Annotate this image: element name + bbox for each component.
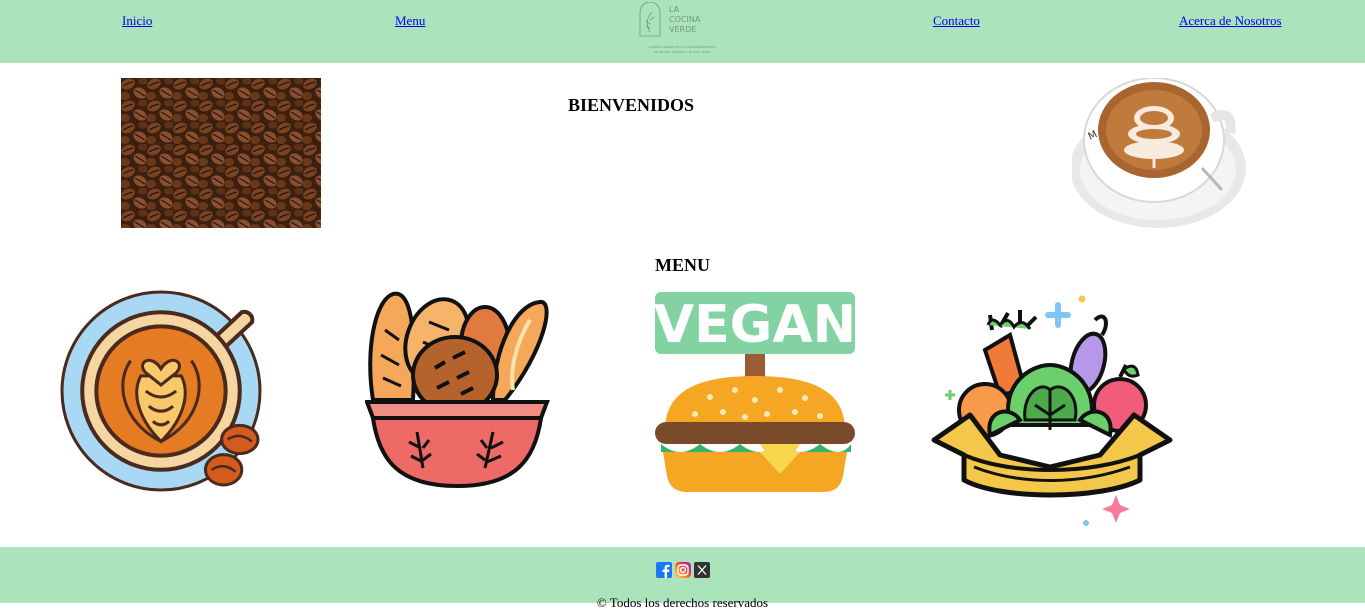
nav-link-menu[interactable]: Menu [395, 13, 425, 29]
latte-art-icon [60, 290, 262, 492]
logo-line-1: LA [669, 5, 680, 14]
menu-title: MENU [655, 255, 710, 275]
instagram-icon[interactable] [675, 562, 691, 578]
footer: © Todos los derechos reservados [0, 547, 1365, 610]
logo-tagline-1: COMIDA CASERA HECHA CON INGREDIENTES [648, 45, 716, 49]
nav-link-inicio[interactable]: Inicio [122, 13, 152, 29]
nav-link-acerca[interactable]: Acerca de Nosotros [1179, 13, 1282, 29]
vegan-burger-icon: VEGAN [655, 292, 855, 492]
logo-line-3: VERDE [669, 25, 696, 34]
copyright-text: © Todos los derechos reservados [596, 595, 769, 610]
vegan-sign-text: VEGAN [655, 295, 855, 355]
bread-basket-icon [365, 291, 550, 489]
latte-cup-image: M [1072, 78, 1246, 228]
logo[interactable]: LA COCINA VERDE COMIDA CASERA HECHA CON … [630, 2, 734, 58]
header: Inicio Menu LA COCINA VERDE COMIDA CASER… [0, 0, 1365, 63]
nav-link-contacto[interactable]: Contacto [933, 13, 980, 29]
salad-bowl-icon [931, 295, 1173, 526]
facebook-icon[interactable] [656, 562, 672, 578]
x-twitter-icon[interactable] [694, 562, 710, 578]
logo-line-2: COCINA [669, 15, 701, 24]
logo-tagline-2: DE ORIGEN VEGETAL Y MUCHO AMOR [654, 50, 711, 54]
